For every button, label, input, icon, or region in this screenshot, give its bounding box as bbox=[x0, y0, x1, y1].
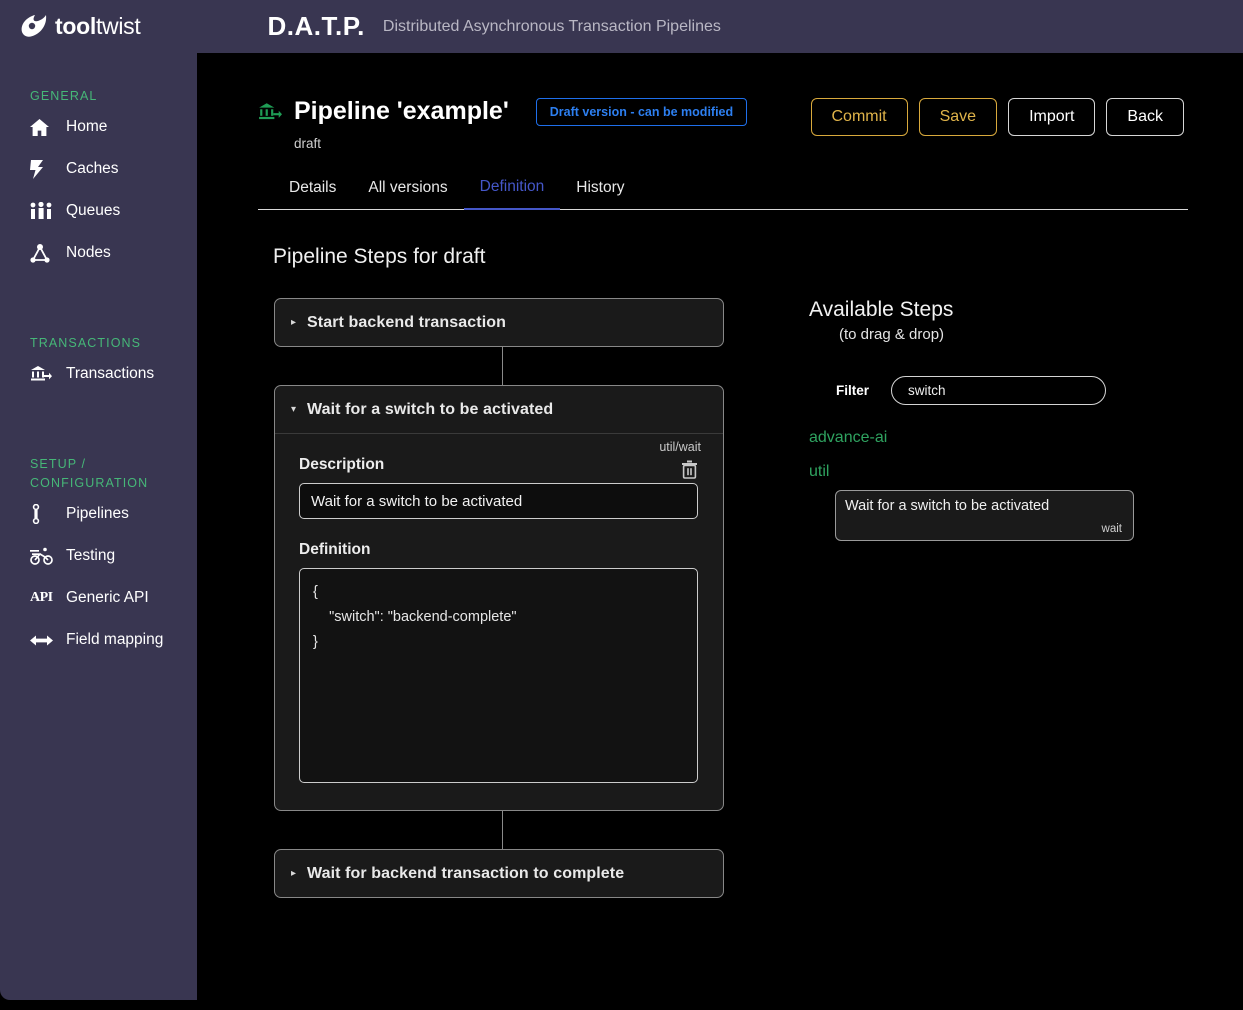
product-name: D.A.T.P. bbox=[267, 11, 365, 41]
header-actions: Commit Save Import Back bbox=[810, 98, 1184, 136]
page-title: Pipeline 'example' bbox=[294, 97, 509, 125]
sidebar-item-label: Field mapping bbox=[66, 631, 164, 648]
top-bar: tooltwist D.A.T.P. Distributed Asynchron… bbox=[0, 0, 1243, 53]
filter-row: Filter bbox=[836, 376, 1169, 405]
sidebar-item-transactions[interactable]: Transactions bbox=[0, 353, 197, 395]
sidebar-item-label: Caches bbox=[66, 160, 119, 177]
description-input[interactable] bbox=[299, 483, 698, 519]
brand[interactable]: tooltwist bbox=[18, 13, 141, 41]
tab-details[interactable]: Details bbox=[273, 171, 352, 209]
sidebar-item-label: Home bbox=[66, 118, 108, 135]
sidebar-item-pipelines[interactable]: Pipelines bbox=[0, 493, 197, 535]
sidebar-group-setup: SETUP / CONFIGURATION bbox=[30, 457, 149, 490]
bank-transfer-icon bbox=[30, 363, 56, 385]
step-header[interactable]: ▾ Wait for a switch to be activated bbox=[275, 386, 723, 433]
step-header[interactable]: ▸ Wait for backend transaction to comple… bbox=[275, 850, 723, 897]
sidebar-item-caches[interactable]: Caches bbox=[0, 148, 197, 190]
flame-logo-icon bbox=[18, 13, 48, 41]
available-step-type: wait bbox=[1101, 523, 1122, 535]
step-connector bbox=[502, 811, 503, 849]
brand-bold: tool bbox=[55, 13, 96, 39]
chevron-down-icon[interactable]: ▾ bbox=[291, 404, 307, 415]
filter-label: Filter bbox=[836, 383, 870, 398]
step-card-collapsed[interactable]: ▸ Start backend transaction bbox=[274, 298, 724, 347]
trash-icon[interactable] bbox=[681, 460, 698, 484]
step-card-collapsed[interactable]: ▸ Wait for backend transaction to comple… bbox=[274, 849, 724, 898]
sidebar-group-general: GENERAL bbox=[30, 89, 98, 103]
tab-definition[interactable]: Definition bbox=[463, 170, 561, 210]
sidebar: GENERAL Home Caches Queues Nodes TRANSAC… bbox=[0, 53, 197, 1000]
nodes-graph-icon bbox=[30, 242, 56, 264]
tab-history[interactable]: History bbox=[560, 171, 640, 209]
sidebar-item-home[interactable]: Home bbox=[0, 106, 197, 148]
description-label: Description bbox=[299, 456, 385, 473]
available-steps-title: Available Steps bbox=[809, 298, 954, 321]
step-title: Start backend transaction bbox=[307, 313, 506, 331]
sidebar-group-transactions: TRANSACTIONS bbox=[30, 336, 142, 350]
product-subtitle: Distributed Asynchronous Transaction Pip… bbox=[382, 17, 721, 35]
step-type-label: util/wait bbox=[659, 440, 701, 454]
step-body: util/wait Description Definition { "swit… bbox=[275, 433, 723, 810]
sidebar-item-testing[interactable]: Testing bbox=[0, 535, 197, 577]
sidebar-item-label: Transactions bbox=[66, 365, 155, 382]
sidebar-item-label: Queues bbox=[66, 202, 121, 219]
arrows-left-right-icon bbox=[30, 629, 56, 651]
brand-light: twist bbox=[95, 13, 141, 39]
step-connector bbox=[502, 347, 503, 385]
status-badge: Draft version - can be modified bbox=[535, 97, 748, 126]
page-subtitle: draft bbox=[294, 136, 322, 151]
available-steps-note: (to drag & drop) bbox=[839, 326, 945, 343]
pipeline-icon bbox=[30, 503, 56, 525]
tab-all-versions[interactable]: All versions bbox=[352, 171, 463, 209]
section-title: Pipeline Steps for draft bbox=[273, 245, 486, 268]
available-step-title: Wait for a switch to be activated bbox=[845, 498, 1050, 514]
step-title: Wait for a switch to be activated bbox=[307, 400, 554, 418]
definition-label: Definition bbox=[299, 541, 371, 558]
step-title: Wait for backend transaction to complete bbox=[307, 864, 625, 882]
step-category-util[interactable]: util bbox=[809, 463, 1169, 481]
available-steps-panel: Available Steps (to drag & drop) Filter … bbox=[809, 298, 1169, 541]
sidebar-item-label: Nodes bbox=[66, 244, 111, 261]
back-button[interactable]: Back bbox=[1106, 98, 1184, 136]
filter-input[interactable] bbox=[891, 376, 1107, 405]
cyclist-icon bbox=[30, 545, 56, 567]
save-button[interactable]: Save bbox=[918, 98, 998, 136]
definition-textarea[interactable]: { "switch": "backend-complete" } bbox=[299, 568, 698, 783]
sidebar-item-nodes[interactable]: Nodes bbox=[0, 232, 197, 274]
sidebar-item-field-mapping[interactable]: Field mapping bbox=[0, 619, 197, 661]
bolt-icon bbox=[30, 158, 56, 180]
api-icon: API bbox=[30, 590, 53, 605]
tab-bar: Details All versions Definition History bbox=[258, 170, 1188, 210]
pipeline-steps-list: ▸ Start backend transaction ▾ Wait for a… bbox=[274, 298, 724, 898]
bank-transfer-icon bbox=[258, 101, 282, 123]
sidebar-item-label: Generic API bbox=[66, 589, 149, 606]
step-card-expanded[interactable]: ▾ Wait for a switch to be activated util… bbox=[274, 385, 724, 811]
available-step-card[interactable]: Wait for a switch to be activated wait bbox=[835, 490, 1134, 541]
sidebar-item-label: Pipelines bbox=[66, 505, 129, 522]
queue-people-icon bbox=[30, 200, 56, 222]
commit-button[interactable]: Commit bbox=[810, 98, 908, 136]
sidebar-item-queues[interactable]: Queues bbox=[0, 190, 197, 232]
step-header[interactable]: ▸ Start backend transaction bbox=[275, 299, 723, 346]
sidebar-item-label: Testing bbox=[66, 547, 116, 564]
main-content: Pipeline 'example' Draft version - can b… bbox=[197, 53, 1243, 1010]
import-button[interactable]: Import bbox=[1008, 98, 1096, 136]
sidebar-item-generic-api[interactable]: API Generic API bbox=[0, 577, 197, 619]
chevron-right-icon[interactable]: ▸ bbox=[291, 317, 307, 328]
brand-text: tooltwist bbox=[55, 13, 141, 40]
step-category-advance-ai[interactable]: advance-ai bbox=[809, 429, 1169, 447]
chevron-right-icon[interactable]: ▸ bbox=[291, 868, 307, 879]
home-icon bbox=[30, 116, 56, 138]
